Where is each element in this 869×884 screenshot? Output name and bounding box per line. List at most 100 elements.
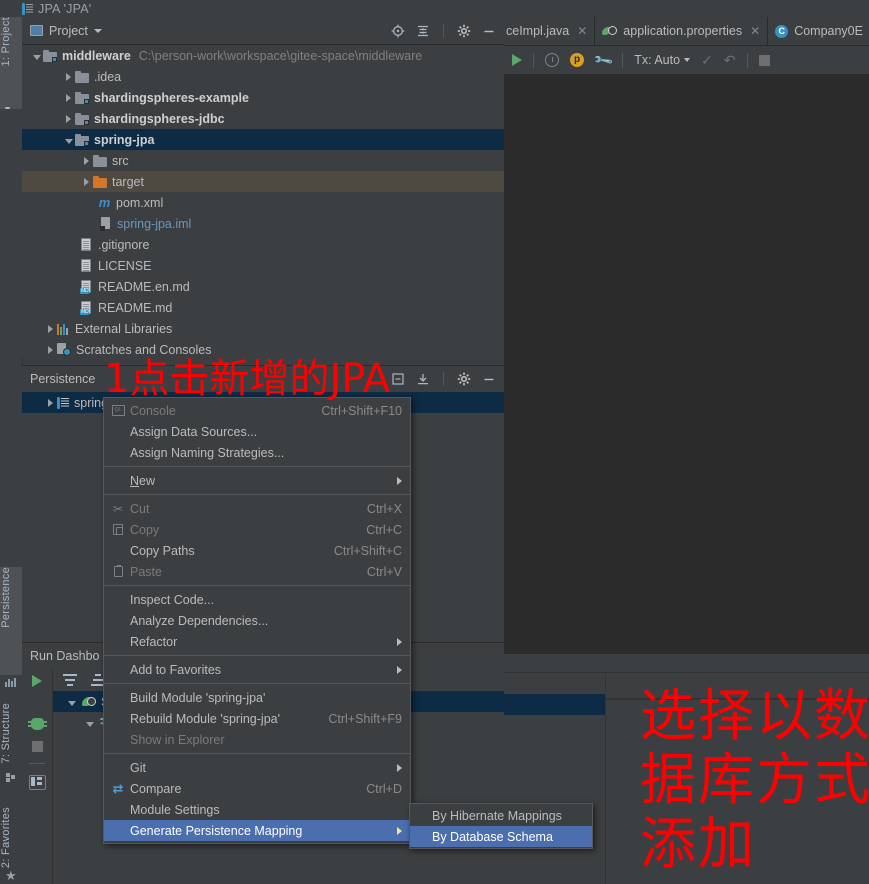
menu-item-refactor[interactable]: Refactor (104, 631, 410, 652)
menu-item-copy-paths[interactable]: Copy Paths Ctrl+Shift+C (104, 540, 410, 561)
tree-row[interactable]: .gitignore (22, 234, 504, 255)
stop-icon[interactable] (758, 54, 770, 66)
menu-item-generate-persistence-mapping[interactable]: Generate Persistence Mapping (104, 820, 410, 841)
tree-row[interactable]: MD README.md (22, 297, 504, 318)
window-title: JPA 'JPA' (38, 1, 92, 16)
tree-row[interactable]: spring-jpa.iml (22, 213, 504, 234)
twisty-closed-icon[interactable] (66, 93, 71, 102)
menu-item-rebuild-module[interactable]: Rebuild Module 'spring-jpa' Ctrl+Shift+F… (104, 708, 410, 729)
expand-all-icon[interactable] (416, 372, 430, 386)
context-menu[interactable]: QL Console Ctrl+Shift+F10 Assign Data So… (103, 397, 411, 844)
editor-tab-ceimpl[interactable]: ceImpl.java ✕ (504, 17, 596, 45)
tree-row[interactable]: MD README.en.md (22, 276, 504, 297)
title-bar: JPA 'JPA' (0, 0, 869, 17)
editor-canvas[interactable] (504, 74, 869, 654)
menu-item-add-to-favorites[interactable]: Add to Favorites (104, 659, 410, 680)
tree-row-scratches[interactable]: Scratches and Consoles (22, 339, 504, 357)
menu-item-inspect-code[interactable]: Inspect Code... (104, 589, 410, 610)
project-panel-title-group[interactable]: Project (30, 24, 102, 38)
menu-item-accel: Ctrl+C (366, 522, 402, 537)
menu-item-compare[interactable]: ⇄ Compare Ctrl+D (104, 778, 410, 799)
twisty-closed-icon[interactable] (48, 345, 53, 354)
tx-mode-select[interactable]: Tx: Auto (634, 53, 691, 67)
submenu-item-by-database-schema[interactable]: By Database Schema (410, 826, 592, 847)
wrench-icon[interactable]: 🔧 (592, 49, 614, 71)
collapse-all-icon[interactable] (416, 24, 430, 38)
twisty-open-icon[interactable] (67, 700, 76, 706)
tree-row-label: pom.xml (116, 195, 164, 210)
minimize-icon[interactable] (482, 372, 496, 386)
locate-icon[interactable] (391, 24, 405, 38)
twisty-closed-icon[interactable] (48, 398, 53, 407)
close-icon[interactable]: ✕ (577, 24, 587, 38)
stop-icon[interactable] (31, 741, 43, 752)
run-icon[interactable] (512, 54, 522, 66)
commit-icon[interactable]: ✓ (701, 53, 713, 67)
twisty-closed-icon[interactable] (84, 177, 89, 186)
close-icon[interactable]: ✕ (750, 24, 760, 38)
project-tree[interactable]: middleware C:\person-work\workspace\gite… (22, 45, 504, 357)
menu-item-build-module[interactable]: Build Module 'spring-jpa' (104, 687, 410, 708)
menu-item-cut[interactable]: ✂ Cut Ctrl+X (104, 498, 410, 519)
tree-row-target[interactable]: target (22, 171, 504, 192)
tree-row[interactable]: shardingspheres-jdbc (22, 108, 504, 129)
editor-tab-application-properties[interactable]: application.properties ✕ (595, 17, 769, 45)
sidebar-item-persistence[interactable]: Persistence (0, 567, 22, 675)
twisty-open-icon[interactable] (85, 721, 94, 727)
iml-icon (100, 216, 112, 231)
project-folder-icon-slot (0, 109, 22, 131)
menu-item-new[interactable]: New (104, 470, 410, 491)
generate-persistence-mapping-submenu[interactable]: By Hibernate Mappings By Database Schema (409, 803, 593, 849)
twisty-closed-icon[interactable] (66, 114, 71, 123)
collapse-all-icon[interactable] (391, 372, 405, 386)
twisty-closed-icon[interactable] (84, 156, 89, 165)
expand-all-icon[interactable] (63, 674, 77, 686)
twisty-closed-icon[interactable] (66, 72, 71, 81)
sidebar-item-project[interactable]: 1: Project (0, 17, 22, 109)
menu-separator (104, 683, 410, 684)
profile-icon[interactable]: p (570, 53, 584, 67)
gear-icon[interactable] (457, 372, 471, 386)
menu-item-console[interactable]: QL Console Ctrl+Shift+F10 (104, 400, 410, 421)
rollback-icon[interactable]: ↶ (724, 53, 736, 67)
menu-item-module-settings[interactable]: Module Settings (104, 799, 410, 820)
tree-row-spring-jpa[interactable]: spring-jpa (22, 129, 504, 150)
run-icon[interactable] (32, 675, 42, 687)
editor-tab-company0e[interactable]: C Company0E (768, 17, 869, 45)
layout-icon[interactable] (28, 775, 46, 790)
history-icon[interactable] (545, 53, 559, 67)
tree-row-label: target (112, 174, 144, 189)
menu-item-paste[interactable]: Paste Ctrl+V (104, 561, 410, 582)
tree-row[interactable]: src (22, 150, 504, 171)
editor-tab-label: application.properties (623, 24, 743, 38)
structure-icon-slot (0, 773, 22, 795)
menu-item-show-in-explorer[interactable]: Show in Explorer (104, 729, 410, 750)
debug-icon[interactable] (27, 718, 47, 730)
compare-icon: ⇄ (112, 781, 124, 796)
twisty-open-icon[interactable] (64, 138, 73, 144)
tree-row[interactable]: .idea (22, 66, 504, 87)
star-icon: ★ (5, 868, 17, 883)
chevron-down-icon[interactable] (93, 28, 102, 33)
tree-row[interactable]: LICENSE (22, 255, 504, 276)
menu-item-git[interactable]: Git (104, 757, 410, 778)
menu-item-copy[interactable]: Copy Ctrl+C (104, 519, 410, 540)
markdown-icon: MD (80, 279, 93, 294)
menu-item-accel: Ctrl+X (366, 501, 402, 516)
menu-item-analyze-dependencies[interactable]: Analyze Dependencies... (104, 610, 410, 631)
tree-row[interactable]: middleware C:\person-work\workspace\gite… (22, 45, 504, 66)
project-icon (30, 25, 43, 36)
minimize-icon[interactable] (482, 24, 496, 38)
menu-item-label: Show in Explorer (130, 732, 225, 747)
lower-subpanel-selected-row[interactable] (504, 694, 605, 715)
submenu-item-by-hibernate-mappings[interactable]: By Hibernate Mappings (410, 805, 592, 826)
tree-row-external-libraries[interactable]: External Libraries (22, 318, 504, 339)
twisty-closed-icon[interactable] (48, 324, 53, 333)
gear-icon[interactable] (457, 24, 471, 38)
menu-item-assign-naming-strategies[interactable]: Assign Naming Strategies... (104, 442, 410, 463)
twisty-open-icon[interactable] (32, 54, 41, 60)
tree-row[interactable]: m pom.xml (22, 192, 504, 213)
project-tool-window: Project middleware C:\person-work\worksp… (22, 17, 504, 357)
menu-item-assign-data-sources[interactable]: Assign Data Sources... (104, 421, 410, 442)
tree-row[interactable]: shardingspheres-example (22, 87, 504, 108)
